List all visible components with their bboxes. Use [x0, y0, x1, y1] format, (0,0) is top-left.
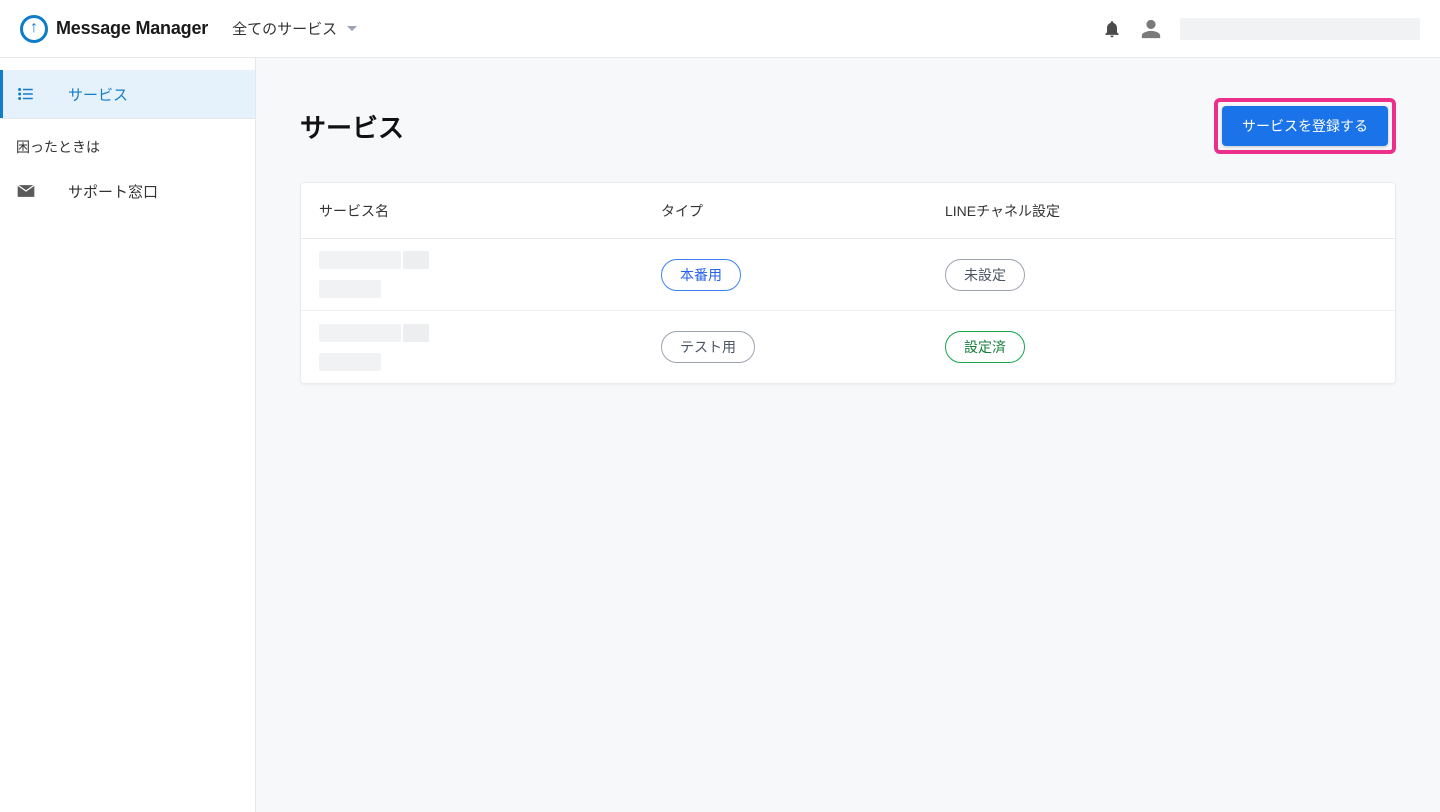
service-type-cell: テスト用: [661, 331, 945, 363]
sidebar-item-label: サービス: [68, 84, 128, 105]
service-name-cell: [319, 251, 661, 298]
table-header-type: タイプ: [661, 201, 945, 221]
main-content: サービス サービスを登録する サービス名 タイプ LINEチャネル設定: [256, 58, 1440, 812]
page-title: サービス: [300, 108, 404, 145]
table-header-name: サービス名: [319, 201, 661, 221]
service-status-cell: 設定済: [945, 331, 1377, 363]
table-header-status: LINEチャネル設定: [945, 201, 1377, 221]
service-status-cell: 未設定: [945, 259, 1377, 291]
service-type-cell: 本番用: [661, 259, 945, 291]
status-pill: 未設定: [945, 259, 1025, 291]
service-selector-label: 全てのサービス: [232, 18, 337, 39]
logo-icon: ↑: [20, 15, 48, 43]
table-header-row: サービス名 タイプ LINEチャネル設定: [301, 183, 1395, 239]
app-logo[interactable]: ↑ Message Manager: [20, 15, 208, 43]
sidebar-section-title: 困ったときは: [0, 118, 255, 167]
sidebar-item-label: サポート窓口: [68, 181, 158, 202]
chevron-down-icon: [347, 26, 357, 31]
bell-icon[interactable]: [1102, 19, 1122, 39]
app-name: Message Manager: [56, 18, 208, 39]
highlight-annotation: サービスを登録する: [1214, 98, 1396, 154]
register-service-button[interactable]: サービスを登録する: [1222, 106, 1388, 146]
mail-icon: [16, 183, 36, 199]
app-header: ↑ Message Manager 全てのサービス: [0, 0, 1440, 58]
user-name-redacted: [1180, 18, 1420, 40]
sidebar-item-services[interactable]: サービス: [0, 70, 255, 118]
status-pill: 設定済: [945, 331, 1025, 363]
type-pill: テスト用: [661, 331, 755, 363]
services-table: サービス名 タイプ LINEチャネル設定 本番用 未設定: [300, 182, 1396, 384]
service-selector[interactable]: 全てのサービス: [232, 18, 357, 39]
type-pill: 本番用: [661, 259, 741, 291]
avatar-icon[interactable]: [1140, 18, 1162, 40]
service-name-cell: [319, 324, 661, 371]
list-icon: [16, 85, 36, 103]
sidebar: サービス 困ったときは サポート窓口: [0, 58, 256, 812]
table-row[interactable]: 本番用 未設定: [301, 239, 1395, 311]
sidebar-item-support[interactable]: サポート窓口: [0, 167, 255, 215]
table-row[interactable]: テスト用 設定済: [301, 311, 1395, 383]
